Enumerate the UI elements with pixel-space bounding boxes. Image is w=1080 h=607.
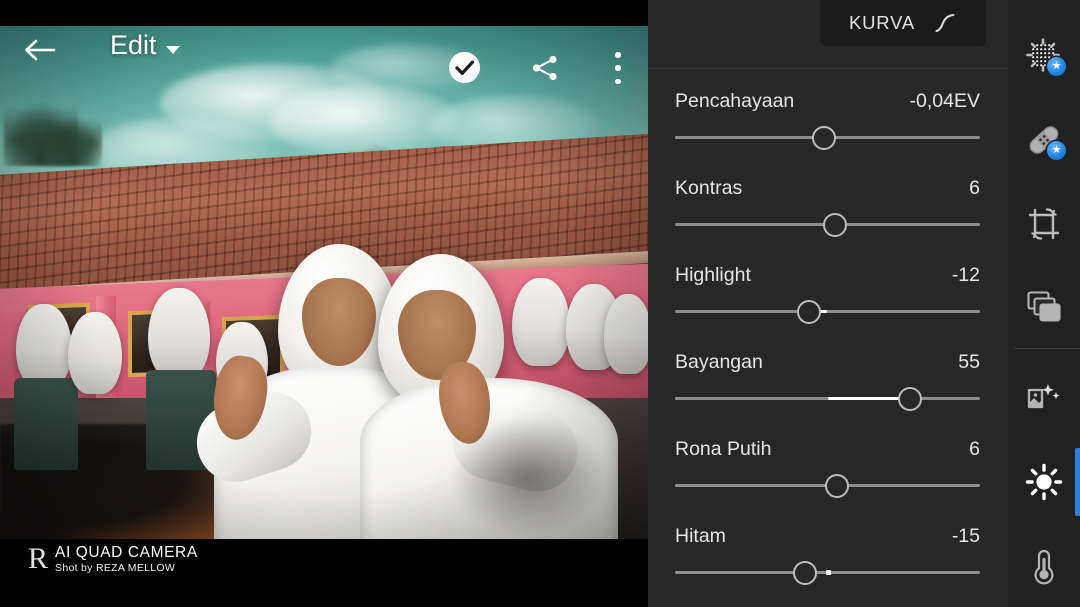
slider-value: -12 [951,264,980,286]
slider-track[interactable] [675,299,980,324]
slider-header: Bayangan 55 [675,351,980,374]
panel-divider [648,68,1008,69]
slider-label: Pencahayaan [675,90,795,112]
edited-photo[interactable]: R AI QUAD CAMERA Shot by REZA MELLOW [0,26,648,573]
slider-header: Rona Putih 6 [675,438,980,461]
slider-list: Pencahayaan -0,04EV Kontras 6 Highlight -12 Ba… [648,78,1008,600]
slider-track[interactable] [675,386,980,411]
slider-row[interactable]: Highlight -12 [648,252,1008,339]
tool-remove-object[interactable]: ★ [1008,20,1080,92]
premium-star-badge: ★ [1047,57,1066,76]
top-toolbar: Edit [0,26,648,84]
slider-center-marker [825,570,831,575]
share-button[interactable] [530,53,560,83]
tone-curve-button[interactable]: KURVA [820,0,986,46]
tool-auto-enhance[interactable] [1008,362,1080,434]
thermometer-icon [1034,549,1054,585]
slider-label: Bayangan [675,351,763,373]
slider-row[interactable]: Pencahayaan -0,04EV [648,78,1008,165]
slider-knob[interactable] [824,473,849,498]
star-icon: ★ [1051,144,1062,156]
slider-value: 6 [969,438,980,460]
tool-healing[interactable]: ★ [1008,104,1080,176]
more-vertical-icon [615,78,621,84]
slider-row[interactable]: Bayangan 55 [648,339,1008,426]
share-icon [532,55,557,81]
magic-photo-icon [1027,384,1060,409]
page-title: Edit [110,30,157,60]
watermark-text: AI QUAD CAMERA Shot by REZA MELLOW [55,544,198,573]
slider-knob[interactable] [823,212,848,237]
slider-value: -15 [951,525,980,547]
star-icon: ★ [1051,60,1062,72]
slider-knob[interactable] [792,560,817,585]
palm-tree [46,114,102,166]
back-button[interactable] [22,36,56,64]
background-student [68,312,122,394]
overflow-menu-button[interactable] [611,52,625,84]
tool-color[interactable] [1008,530,1080,602]
slider-row[interactable]: Kontras 6 [648,165,1008,252]
tool-rail-divider [1014,348,1080,349]
watermark-subtitle: Shot by REZA MELLOW [55,561,176,573]
slider-track[interactable] [675,125,980,150]
more-vertical-icon [615,52,621,58]
slider-track[interactable] [675,212,980,237]
slider-label: Kontras [675,177,743,199]
hand-shadow [452,418,602,536]
slider-track[interactable] [675,560,980,585]
chevron-down-icon [165,45,180,54]
tone-curve-icon [935,13,955,33]
background-student [16,304,72,388]
slider-knob[interactable] [897,386,922,411]
slider-track[interactable] [675,473,980,498]
active-tool-indicator [1075,448,1080,516]
edit-title-dropdown[interactable]: Edit [110,30,180,61]
slider-header: Pencahayaan -0,04EV [675,90,980,113]
slider-header: Kontras 6 [675,177,980,200]
slider-knob[interactable] [812,125,837,150]
background-student [512,278,570,366]
arrow-left-icon [25,39,56,61]
tool-crop[interactable] [1008,188,1080,260]
slider-row[interactable]: Rona Putih 6 [648,426,1008,513]
layers-stack-icon [1027,291,1061,322]
crop-rotate-icon [1028,208,1060,240]
slider-header: Hitam -15 [675,525,980,548]
slider-value: -0,04EV [909,90,980,112]
confirm-button[interactable] [448,51,481,84]
sun-icon [1025,463,1063,501]
photo-preview-area[interactable]: R AI QUAD CAMERA Shot by REZA MELLOW Edi… [0,0,648,607]
watermark-title: AI QUAD CAMERA [55,544,198,562]
slider-row[interactable]: Hitam -15 [648,513,1008,600]
editor-screen: R AI QUAD CAMERA Shot by REZA MELLOW Edi… [0,0,1080,607]
photo-watermark: R AI QUAD CAMERA Shot by REZA MELLOW [28,542,198,574]
tool-rail: ★ ★ [1008,0,1080,607]
background-student-skirt [14,378,78,470]
slider-value: 6 [969,177,980,199]
check-circle-icon [449,52,480,83]
slider-label: Rona Putih [675,438,772,460]
background-student [148,288,210,380]
slider-value: 55 [958,351,980,373]
tool-light[interactable] [1008,446,1080,518]
slider-knob[interactable] [797,299,822,324]
watermark-logo: R [28,542,48,574]
more-vertical-icon [615,65,621,71]
tone-curve-label: KURVA [848,12,916,33]
tool-presets[interactable] [1008,272,1080,344]
light-adjustment-panel: KURVA Pencahayaan -0,04EV Kontras 6 Highligh… [648,0,1008,607]
slider-header: Highlight -12 [675,264,980,287]
background-student [604,294,648,374]
slider-label: Hitam [675,525,726,547]
slider-label: Highlight [675,264,751,286]
premium-star-badge: ★ [1047,141,1066,160]
